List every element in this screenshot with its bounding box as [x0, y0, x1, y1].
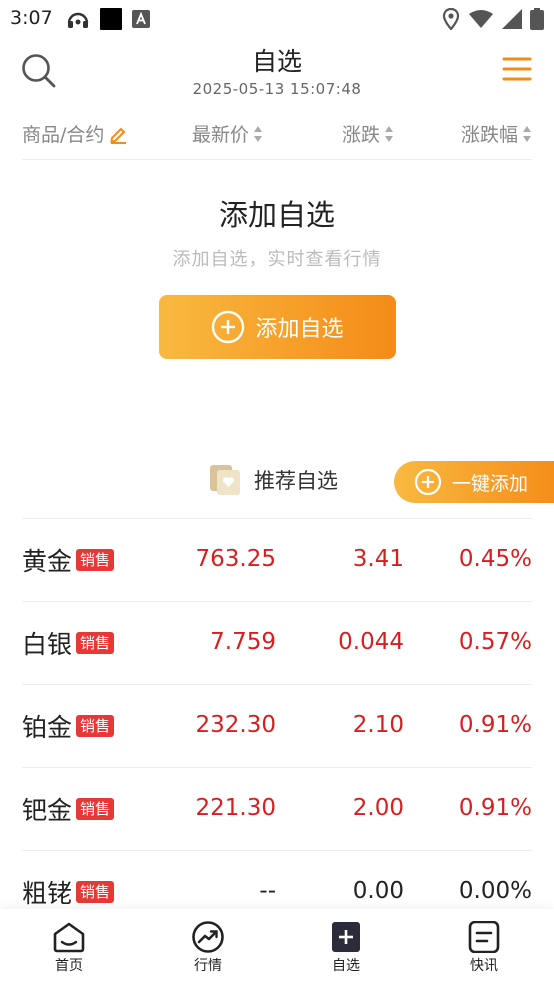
item-change: 2.10 [352, 712, 404, 738]
empty-state-subtitle: 添加自选，实时查看行情 [172, 249, 382, 270]
tab-news-label: 快讯 [470, 958, 498, 974]
column-change[interactable]: 涨跌 [342, 120, 394, 147]
empty-state-title: 添加自选 [218, 198, 335, 232]
tab-market-label: 行情 [194, 958, 222, 974]
plus-square-icon [332, 922, 360, 952]
headset-icon [67, 12, 89, 28]
item-price: 221.30 [195, 795, 276, 821]
column-name-label: 商品/合约 [22, 124, 105, 146]
wifi-icon [469, 10, 493, 28]
sale-badge: 销售 [76, 715, 115, 737]
column-percent-label: 涨跌幅 [460, 124, 518, 146]
item-percent: 0.91% [458, 712, 532, 738]
item-name: 钯金 [22, 796, 73, 825]
tab-news[interactable]: 快讯 [444, 921, 524, 975]
tab-home-label: 首页 [55, 958, 83, 974]
update-datetime: 2025-05-13 15:07:48 [192, 80, 362, 98]
item-change: 3.41 [352, 546, 404, 572]
status-bar: 3:07 [0, 0, 554, 38]
sale-badge: 销售 [76, 632, 115, 654]
tab-market[interactable]: 行情 [168, 921, 248, 975]
signal-icon [502, 9, 522, 29]
card-heart-icon [210, 465, 240, 495]
column-name[interactable]: 商品/合约 [22, 120, 128, 147]
item-percent: 0.00% [458, 878, 532, 904]
plus-circle-icon [414, 468, 442, 496]
page-title: 自选 [251, 47, 302, 76]
item-price: -- [259, 878, 276, 904]
sort-icon [254, 125, 263, 142]
item-percent: 0.57% [458, 629, 532, 655]
list-item[interactable]: 白银 销售 7.759 0.044 0.57% [22, 601, 532, 684]
tab-home[interactable]: 首页 [29, 921, 109, 975]
sort-icon [385, 125, 394, 142]
page-header: 自选 2025-05-13 15:07:48 [0, 38, 554, 102]
column-header: 商品/合约 最新价 涨跌 涨跌幅 [22, 112, 532, 160]
list-item[interactable]: 黄金 销售 763.25 3.41 0.45% [22, 518, 532, 601]
add-watchlist-label: 添加自选 [255, 317, 344, 342]
recommend-list: 黄金 销售 763.25 3.41 0.45% 白银 销售 7.759 0.044 … [22, 518, 532, 933]
sale-badge: 销售 [76, 881, 115, 903]
item-change: 0.00 [352, 878, 404, 904]
item-price: 763.25 [195, 546, 276, 572]
list-item[interactable]: 铂金 销售 232.30 2.10 0.91% [22, 684, 532, 767]
item-change: 0.044 [338, 629, 404, 655]
sort-icon [523, 125, 531, 142]
column-price[interactable]: 最新价 [192, 120, 263, 147]
edit-pencil-icon[interactable] [108, 124, 128, 144]
sale-badge: 销售 [76, 798, 115, 820]
tab-watchlist-label: 自选 [332, 958, 360, 974]
column-price-label: 最新价 [192, 124, 250, 146]
one-key-add-label: 一键添加 [452, 472, 529, 495]
tab-watchlist[interactable]: 自选 [306, 921, 386, 975]
recommend-label: 推荐自选 [254, 469, 338, 493]
item-name: 白银 [22, 630, 73, 659]
item-change: 2.00 [352, 795, 404, 821]
plus-circle-icon [212, 310, 245, 344]
hamburger-icon [502, 57, 532, 81]
item-percent: 0.45% [458, 546, 532, 572]
column-percent[interactable]: 涨跌幅 [461, 120, 532, 147]
location-icon [442, 8, 460, 30]
status-time: 3:07 [10, 7, 53, 29]
menu-button[interactable] [502, 56, 532, 82]
square-icon [100, 8, 122, 30]
item-name: 粗铑 [22, 879, 73, 908]
item-price: 232.30 [195, 712, 276, 738]
bottom-tab-bar: 首页 行情 自选 快讯 [0, 909, 554, 984]
item-price: 7.759 [210, 629, 276, 655]
sale-badge: 销售 [76, 549, 115, 571]
one-key-add-button[interactable]: 一键添加 [394, 461, 554, 503]
column-change-label: 涨跌 [342, 124, 381, 146]
list-item[interactable]: 钯金 销售 221.30 2.00 0.91% [22, 767, 532, 850]
item-percent: 0.91% [458, 795, 532, 821]
battery-icon [530, 8, 544, 30]
item-name: 黄金 [22, 547, 73, 576]
add-watchlist-button[interactable]: 添加自选 [159, 295, 396, 359]
item-name: 铂金 [22, 713, 73, 742]
app-notification-icon [132, 10, 150, 28]
recommend-header: 推荐自选 [208, 462, 338, 498]
news-icon [468, 921, 500, 953]
home-icon [53, 922, 85, 953]
trend-icon [192, 921, 224, 953]
